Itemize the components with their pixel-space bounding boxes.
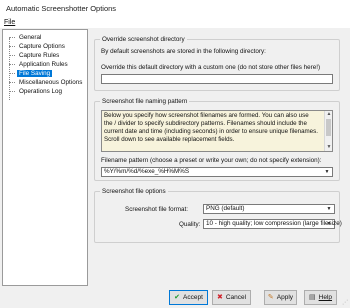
cancel-label: Cancel: [225, 294, 247, 301]
help-line: current date and time (including seconds…: [104, 128, 318, 135]
tree-item-label: Application Rules: [19, 61, 68, 68]
apply-button[interactable]: ✎ Apply: [264, 290, 297, 305]
help-scrollbar[interactable]: ▲ ▼: [324, 111, 332, 151]
tree-item-capture-rules[interactable]: Capture Rules: [9, 51, 61, 60]
group-title: Screenshot file options: [100, 188, 168, 195]
group-title: Screenshot file naming pattern: [100, 98, 190, 105]
naming-help-text: Below you specify how screenshot filenam…: [104, 112, 324, 144]
chevron-down-icon[interactable]: ▼: [325, 220, 333, 228]
help-line: Below you specify how screenshot filenam…: [104, 112, 309, 119]
tree-item-label: Capture Options: [19, 43, 65, 50]
apply-label: Apply: [276, 294, 294, 301]
file-options-group: Screenshot file options Screenshot file …: [94, 188, 342, 243]
help-button[interactable]: ▤ Help: [304, 290, 337, 305]
tree-item-operations-log[interactable]: Operations Log: [9, 87, 64, 96]
override-directory-label: Override this default directory with a c…: [101, 64, 321, 71]
override-directory-group: Override screenshot directory By default…: [94, 36, 340, 91]
filename-pattern-combo[interactable]: %Y/%m/%d/%exe_%H%M%S ▼: [101, 167, 333, 177]
tree-item-label: File Saving: [17, 70, 53, 77]
quality-value: 10 - high quality; low compression (larg…: [206, 220, 342, 227]
tree-item-label: Capture Rules: [19, 52, 60, 59]
settings-tree: General Capture Options Capture Rules Ap…: [2, 29, 88, 286]
quality-select[interactable]: 10 - high quality; low compression (larg…: [203, 219, 342, 229]
scroll-up-icon[interactable]: ▲: [325, 111, 332, 118]
help-line: the / divider to specify subdirectory pa…: [104, 120, 307, 127]
filename-pattern-value: %Y/%m/%d/%exe_%H%M%S: [104, 168, 190, 175]
accept-label: Accept: [183, 294, 203, 301]
tree-item-file-saving[interactable]: File Saving: [9, 69, 53, 78]
help-line: Scroll down to see available replacement…: [104, 136, 235, 143]
tree-item-label: Miscellaneous Options: [19, 79, 83, 86]
accept-button[interactable]: ✔ Accept: [169, 290, 208, 305]
settings-panel: Override screenshot directory By default…: [90, 29, 348, 286]
file-format-value: PNG (default): [206, 205, 245, 212]
options-window: Automatic Screenshotter Options File Gen…: [0, 0, 350, 308]
override-directory-field[interactable]: [101, 74, 333, 84]
tree-item-label: General: [19, 34, 42, 41]
tree-item-application-rules[interactable]: Application Rules: [9, 60, 70, 69]
file-format-select[interactable]: PNG (default) ▼: [203, 204, 335, 214]
scroll-thumb[interactable]: [326, 119, 331, 136]
naming-pattern-group: Screenshot file naming pattern Below you…: [94, 98, 340, 181]
quality-label: Quality:: [179, 221, 201, 228]
cancel-button[interactable]: ✖ Cancel: [212, 290, 251, 305]
filename-pattern-label: Filename pattern (choose a preset or wri…: [101, 157, 322, 164]
chevron-down-icon[interactable]: ▼: [325, 205, 333, 213]
tree-item-miscellaneous-options[interactable]: Miscellaneous Options: [9, 78, 84, 87]
dialog-button-bar: ✔ Accept ✖ Cancel ✎ Apply ▤ Help ⋰: [0, 288, 350, 308]
close-icon: ✖: [216, 294, 223, 301]
tree-item-capture-options[interactable]: Capture Options: [9, 42, 67, 51]
tree-item-label: Operations Log: [19, 88, 63, 95]
default-directory-text: By default screenshots are stored in the…: [101, 48, 266, 55]
window-title: Automatic Screenshotter Options: [6, 3, 117, 13]
group-title: Override screenshot directory: [100, 36, 187, 43]
menu-file[interactable]: File: [4, 19, 15, 26]
help-label: Help: [318, 294, 332, 301]
file-format-label: Screenshot file format:: [125, 206, 188, 213]
chevron-down-icon[interactable]: ▼: [323, 168, 331, 176]
apply-icon: ✎: [267, 294, 274, 301]
scroll-down-icon[interactable]: ▼: [325, 144, 332, 151]
menu-bar: File: [0, 16, 350, 28]
resize-grip-icon[interactable]: ⋰: [342, 300, 349, 307]
tree-item-general[interactable]: General: [9, 33, 43, 42]
naming-help-box[interactable]: Below you specify how screenshot filenam…: [101, 110, 333, 152]
help-book-icon: ▤: [309, 294, 316, 301]
checkmark-icon: ✔: [174, 294, 180, 301]
title-bar: Automatic Screenshotter Options: [0, 0, 350, 16]
